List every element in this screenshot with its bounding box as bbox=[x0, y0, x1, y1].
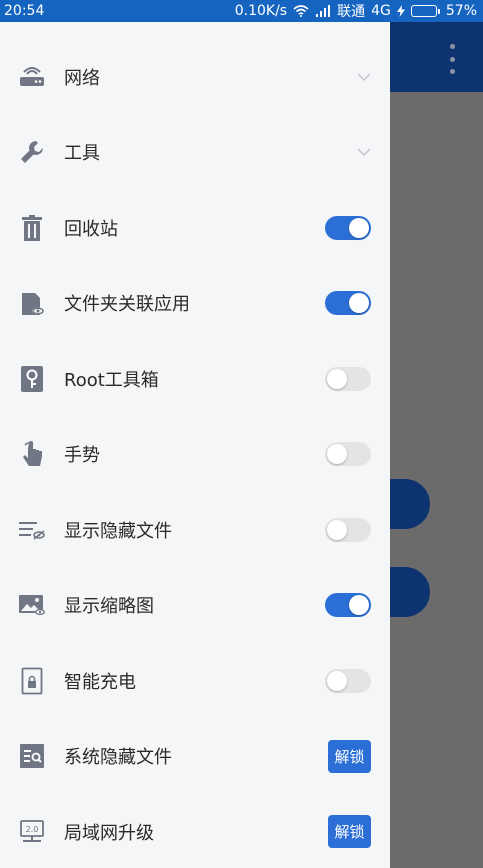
wifi-icon bbox=[293, 5, 309, 17]
drawer-item-root-toolbox[interactable]: Root工具箱 bbox=[0, 341, 390, 416]
status-bar: 20:54 0.10K/s 联通 4G 57% bbox=[0, 0, 483, 22]
toggle-knob bbox=[349, 293, 369, 313]
router-icon bbox=[18, 63, 46, 91]
trash-icon bbox=[18, 214, 46, 242]
toggle-knob bbox=[327, 368, 347, 389]
drawer-item-label: Root工具箱 bbox=[64, 369, 159, 391]
drawer-item-recycle-bin[interactable]: 回收站 bbox=[0, 190, 390, 265]
toggle-knob bbox=[349, 217, 369, 238]
drawer-item-show-hidden-files[interactable]: 显示隐藏文件 bbox=[0, 492, 390, 567]
drawer-item-label: 显示隐藏文件 bbox=[64, 520, 172, 542]
network-speed: 0.10K/s bbox=[234, 3, 288, 19]
drawer-item-label: 系统隐藏文件 bbox=[64, 747, 172, 768]
toggle-switch[interactable] bbox=[325, 517, 371, 542]
drawer-item-tools[interactable]: 工具 bbox=[0, 115, 390, 190]
toggle-knob bbox=[327, 444, 347, 464]
lan-upgrade-icon: 2.0 bbox=[18, 818, 46, 846]
toggle-switch[interactable] bbox=[325, 593, 371, 617]
carrier-name: 联通 bbox=[337, 4, 366, 20]
smart-charge-icon bbox=[18, 667, 46, 695]
signal-icon bbox=[315, 5, 331, 17]
drawer-item-show-thumbnails[interactable]: 显示缩略图 bbox=[0, 568, 390, 643]
chevron-down-icon[interactable] bbox=[357, 72, 371, 82]
drawer-item-label: 智能充电 bbox=[64, 671, 136, 693]
drawer-item-label: 文件夹关联应用 bbox=[64, 294, 190, 315]
toggle-knob bbox=[349, 595, 369, 615]
toggle-switch[interactable] bbox=[325, 668, 371, 693]
chevron-down-icon[interactable] bbox=[357, 147, 371, 157]
drawer-item-network[interactable]: 网络 bbox=[0, 39, 390, 114]
toggle-knob bbox=[327, 519, 347, 540]
toggle-switch[interactable] bbox=[325, 215, 371, 240]
drawer-item-system-hidden-files[interactable]: 系统隐藏文件 解锁 bbox=[0, 719, 390, 794]
charging-bolt-icon bbox=[396, 5, 405, 17]
overflow-menu-icon[interactable] bbox=[447, 44, 457, 74]
drawer-item-smart-charging[interactable]: 智能充电 bbox=[0, 643, 390, 718]
folder-link-icon bbox=[18, 289, 46, 317]
network-type: 4G bbox=[371, 3, 391, 19]
toggle-knob bbox=[327, 670, 347, 691]
navigation-drawer: 网络工具回收站文件夹关联应用 Root工具箱 手势显示隐藏文件 显示缩略图智能充电系统… bbox=[0, 22, 390, 868]
root-key-icon bbox=[18, 365, 46, 393]
system-hidden-icon bbox=[18, 742, 46, 770]
gesture-hand-icon bbox=[18, 440, 46, 468]
drawer-item-folder-app-link[interactable]: 文件夹关联应用 bbox=[0, 266, 390, 341]
status-time: 20:54 bbox=[4, 3, 45, 19]
drawer-item-label: 手势 bbox=[64, 445, 100, 466]
wrench-icon bbox=[18, 138, 46, 166]
drawer-item-label: 工具 bbox=[64, 143, 100, 164]
thumbnail-icon bbox=[18, 591, 46, 619]
toggle-switch[interactable] bbox=[325, 366, 371, 391]
drawer-item-gesture[interactable]: 手势 bbox=[0, 417, 390, 492]
toggle-switch[interactable] bbox=[325, 291, 371, 315]
drawer-item-label: 网络 bbox=[64, 67, 100, 89]
drawer-item-label: 回收站 bbox=[64, 218, 118, 240]
svg-text:2.0: 2.0 bbox=[26, 825, 39, 834]
battery-percent: 57% bbox=[445, 3, 477, 19]
unlock-button[interactable]: 解锁 bbox=[328, 739, 371, 773]
unlock-button[interactable]: 解锁 bbox=[328, 815, 371, 848]
hidden-files-icon bbox=[18, 516, 46, 544]
drawer-item-lan-upgrade[interactable]: 2.0 局域网升级 解锁 bbox=[0, 794, 390, 868]
drawer-item-label: 显示缩略图 bbox=[64, 596, 154, 617]
battery-icon bbox=[410, 5, 440, 17]
toggle-switch[interactable] bbox=[325, 442, 371, 466]
drawer-item-label: 局域网升级 bbox=[64, 822, 154, 844]
